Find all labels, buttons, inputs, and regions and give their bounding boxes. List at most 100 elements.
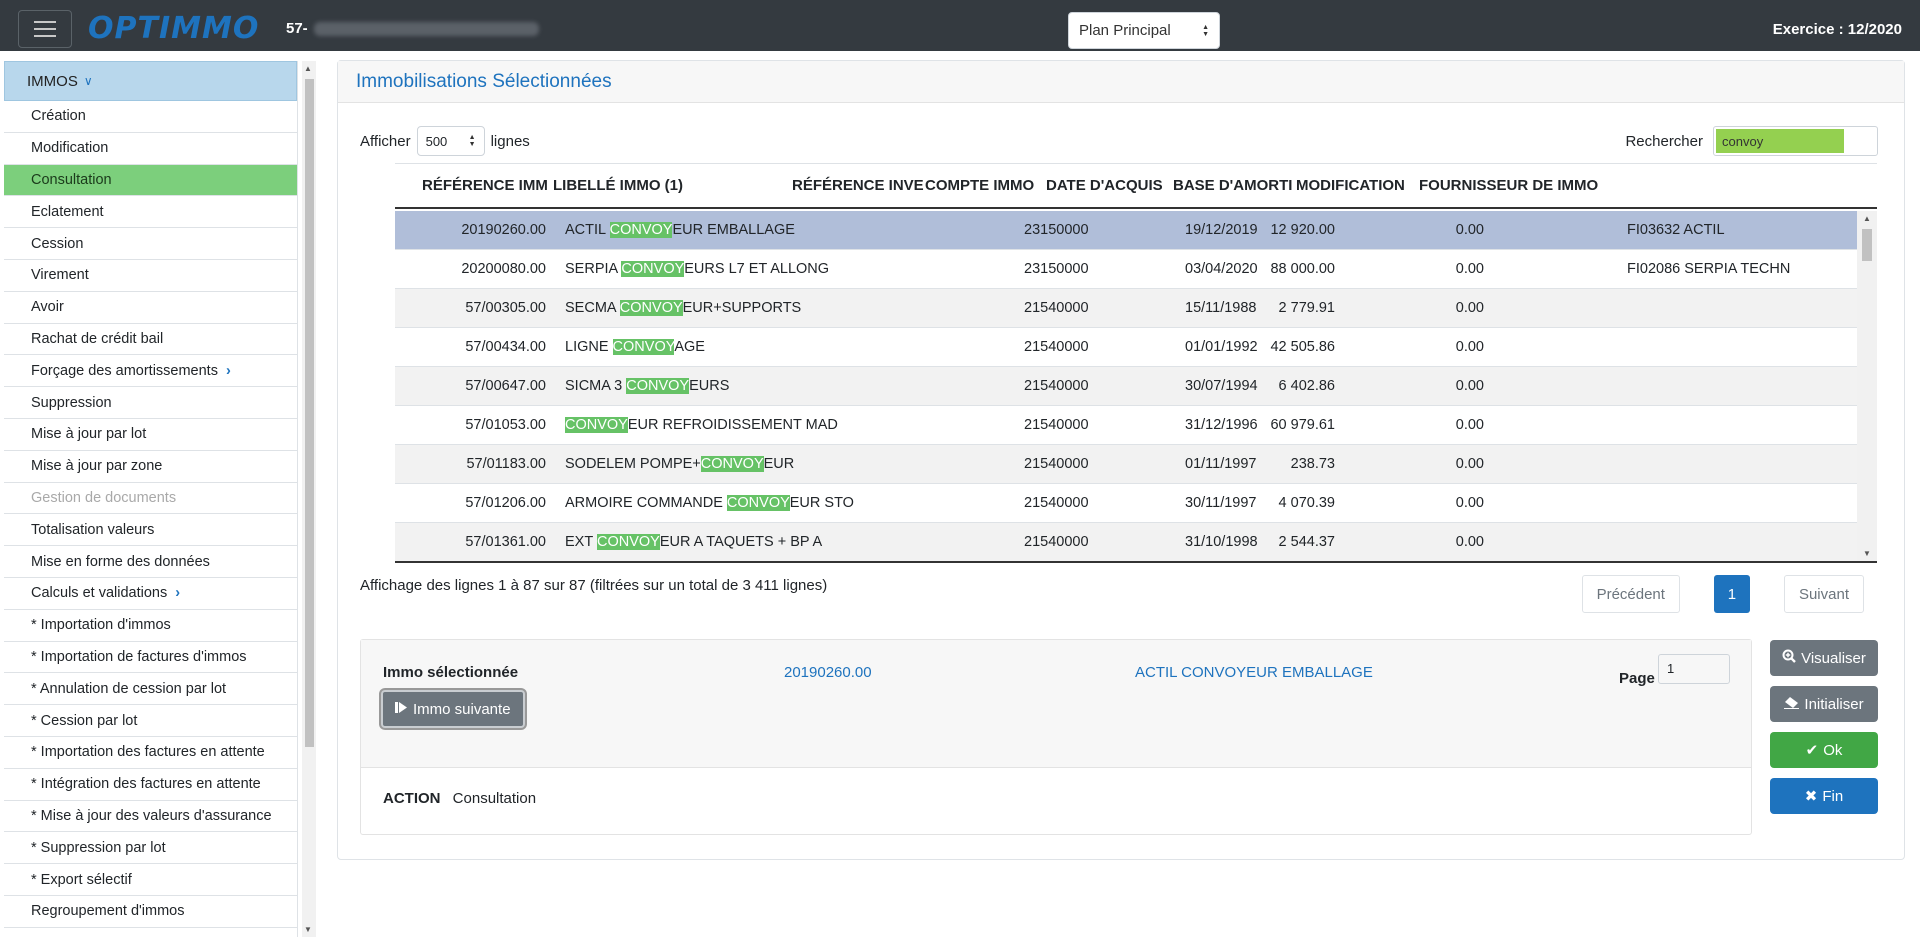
selected-immo-libelle: ACTIL CONVOYEUR EMBALLAGE [1135,664,1373,681]
sidebar-item[interactable]: Totalisation valeurs [4,514,297,547]
table-row[interactable]: 57/01361.00 EXT CONVOYEUR A TAQUETS + BP … [395,523,1857,561]
chevron-down-icon: ∨ [83,74,93,88]
initialiser-button[interactable]: Initialiser [1770,686,1878,722]
eraser-icon [1784,696,1800,713]
next-page-button[interactable]: Suivant [1783,575,1864,613]
cell-modification: 0.00 [1455,534,1484,550]
sidebar-item[interactable]: Mise à jour par zone [4,450,297,483]
sidebar-item[interactable]: Rachat de crédit bail [4,323,297,356]
page-input[interactable]: 1 [1658,654,1730,684]
column-header[interactable]: FOURNISSEUR DE IMMO [1419,177,1598,194]
sidebar-item: Gestion de documents [4,482,297,515]
search-control: Rechercher convoy [1625,126,1878,156]
column-header[interactable]: BASE D'AMORTI [1173,177,1292,194]
sidebar-item[interactable]: * Annulation de cession par lot [4,673,297,706]
sidebar-item[interactable]: Cession [4,228,297,260]
cell-compte: 21540000 [1024,417,1089,433]
sidebar-item[interactable]: * Importation d'immos [4,609,297,642]
exercice-label: Exercice : 12/2020 [1772,21,1902,38]
search-input[interactable]: convoy [1713,126,1878,156]
sidebar-item[interactable]: Calculs et validations › [4,577,297,610]
company-name-redacted [313,22,539,37]
sidebar-item[interactable]: Eclatement [4,196,297,229]
table-row[interactable]: 57/00434.00 LIGNE CONVOYAGE 21540000 01/01/… [395,328,1857,367]
cell-base: 2 779.91 [1278,300,1335,316]
table-row[interactable]: 57/00647.00 SICMA 3 CONVOYEURS 21540000 30/… [395,367,1857,406]
column-header[interactable]: RÉFÉRENCE INVE [792,177,924,194]
sidebar-item[interactable]: Création [4,101,297,133]
table-header: RÉFÉRENCE IMM LIBELLÉ IMMO (1) RÉFÉRENCE I… [395,163,1877,209]
sidebar-item[interactable]: * Mise à jour des valeurs d'assurance [4,800,297,833]
column-header[interactable]: MODIFICATION [1296,177,1405,194]
table-row[interactable]: 20200080.00 SERPIA CONVOYEURS L7 ET ALLON… [395,250,1857,289]
table-row[interactable]: 20190260.00 ACTIL CONVOYEUR EMBALLAGE 2315… [395,211,1857,250]
sidebar-item[interactable]: * Intégration des factures en attente [4,768,297,801]
sidebar-item[interactable]: Avoir [4,291,297,324]
table-row[interactable]: 57/00305.00 SECMA CONVOYEUR+SUPPORTS 21540… [395,289,1857,328]
column-header[interactable]: DATE D'ACQUIS [1046,177,1163,194]
next-immo-button[interactable]: Immo suivante [381,690,525,728]
search-highlight: CONVOY [565,417,628,433]
cell-reference: 57/00434.00 [465,339,546,355]
cell-libelle: LIGNE CONVOYAGE [565,339,705,355]
visualiser-button[interactable]: Visualiser [1770,640,1878,676]
cell-modification: 0.00 [1455,456,1484,472]
cell-base: 12 920.00 [1270,222,1335,238]
table-scroll-thumb[interactable] [1862,229,1872,261]
search-plus-icon [1782,649,1796,667]
search-highlight: CONVOY [619,300,683,316]
plan-select[interactable]: Plan Principal ▲ ▼ [1068,12,1220,49]
scroll-down-icon[interactable]: ▼ [304,925,312,934]
sidebar-item[interactable]: Virement [4,259,297,292]
sidebar-item[interactable]: Regroupement d'immos [4,895,297,928]
ok-button[interactable]: ✔ Ok [1770,732,1878,768]
cell-reference: 57/00647.00 [465,378,546,394]
scroll-up-icon[interactable]: ▲ [304,64,312,73]
cell-libelle: SECMA CONVOYEUR+SUPPORTS [565,300,802,316]
table-scrollbar[interactable]: ▲ ▼ [1857,211,1877,561]
cell-date: 15/11/1988 [1185,300,1257,316]
sidebar-item[interactable]: * Importation des factures en attente [4,736,297,769]
chevron-right-icon: › [225,362,231,379]
sidebar-item[interactable]: Modification [4,132,297,165]
cell-libelle: ARMOIRE COMMANDE CONVOYEUR STO [565,495,854,511]
column-header[interactable]: COMPTE IMMO [925,177,1034,194]
scroll-up-icon[interactable]: ▲ [1863,214,1871,223]
sidebar-item[interactable]: * Importation de factures d'immos [4,641,297,674]
table-row[interactable]: 57/01053.00 CONVOYEUR REFROIDISSEMENT MAD… [395,406,1857,445]
sidebar-section-immos[interactable]: IMMOS ∨ [4,61,297,101]
sidebar-item[interactable]: Mise en forme des données [4,546,297,578]
action-row: ACTION Consultation [383,790,536,807]
scroll-down-icon[interactable]: ▼ [1863,549,1871,558]
cell-libelle: SICMA 3 CONVOYEURS [565,378,730,394]
sidebar: IMMOS ∨ Création Modification Consultation… [4,61,298,937]
menu-toggle-button[interactable] [18,10,72,48]
column-header[interactable]: LIBELLÉ IMMO (1) [553,177,683,194]
sidebar-scrollbar[interactable]: ▲ ▼ [302,61,316,937]
sidebar-item[interactable]: Mise à jour par lot [4,418,297,451]
table-row[interactable]: 57/01206.00 ARMOIRE COMMANDE CONVOYEUR ST… [395,484,1857,523]
immos-table: RÉFÉRENCE IMM LIBELLÉ IMMO (1) RÉFÉRENCE I… [395,163,1877,561]
table-row[interactable]: 57/01183.00 SODELEM POMPE+CONVOYEUR 215400… [395,445,1857,484]
sidebar-scroll-thumb[interactable] [305,79,314,747]
search-highlight: CONVOY [612,339,675,355]
page-1-button[interactable]: 1 [1713,575,1750,613]
sidebar-item[interactable]: * Cession par lot [4,705,297,737]
cell-date: 31/10/1998 [1185,534,1258,550]
prev-page-button[interactable]: Précédent [1581,575,1680,613]
sidebar-item[interactable]: * Export sélectif [4,864,297,896]
sidebar-item[interactable]: Forçage des amortissements › [4,355,297,388]
cell-modification: 0.00 [1455,261,1484,277]
sidebar-item[interactable]: Consultation [4,164,297,197]
length-select[interactable]: 500 ▲ ▼ [416,126,485,156]
column-header[interactable]: RÉFÉRENCE IMM [422,177,548,194]
app-logo: OPTIMMO [88,11,259,46]
step-forward-icon [395,701,407,718]
search-highlight: CONVOY [596,534,660,550]
sidebar-item[interactable]: * Suppression par lot [4,832,297,865]
updown-icon: ▲ ▼ [468,134,476,148]
cell-reference: 20190260.00 [461,222,546,238]
fin-button[interactable]: ✖ Fin [1770,778,1878,814]
sidebar-item[interactable]: Suppression [4,387,297,419]
main-card: Immobilisations Sélectionnées Afficher 5… [337,60,1905,860]
